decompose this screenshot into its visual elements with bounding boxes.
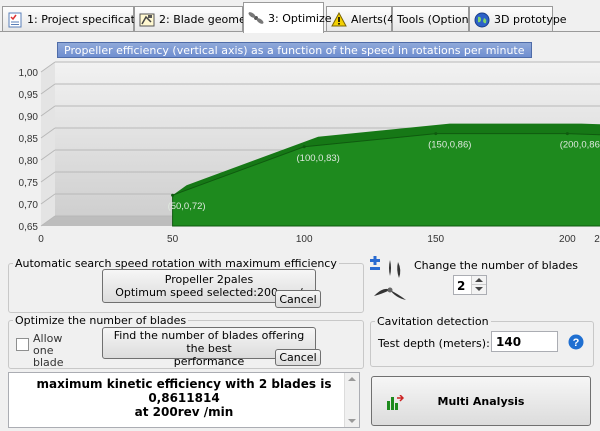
efficiency-chart: 0,65 0,70 0,75 0,80 0,85 0,90 0,95 1,00 (50,0,72…: [3, 36, 600, 252]
y-tick-label: 1,00: [19, 68, 39, 79]
help-icon[interactable]: ?: [568, 334, 584, 350]
auto-search-cancel-button[interactable]: Cancel: [275, 290, 321, 308]
result-line2: at 200rev /min: [134, 405, 234, 419]
tab-bar: 1: Project specifications 2: Blade geome…: [0, 0, 600, 33]
propeller-blades-icon: [370, 256, 406, 300]
data-point-label: (200,0,86): [560, 140, 600, 151]
tab-3d-prototype[interactable]: 3D prototype: [469, 6, 567, 32]
y-tick-label: 0,75: [19, 178, 39, 189]
tab-blade-geometry[interactable]: 2: Blade geometry: [134, 6, 261, 32]
spin-up-button[interactable]: [471, 276, 486, 285]
optimize-cancel-button[interactable]: Cancel: [275, 349, 321, 366]
test-depth-input[interactable]: 140: [491, 331, 558, 352]
checklist-icon: [8, 12, 22, 27]
test-depth-label: Test depth (meters):: [378, 337, 490, 350]
scroll-down-icon[interactable]: [348, 419, 356, 423]
y-tick-label: 0,90: [19, 112, 39, 123]
multi-analysis-button[interactable]: Multi Analysis: [371, 376, 591, 426]
y-tick-label: 0,95: [19, 90, 39, 101]
spin-down-icon: [475, 287, 483, 291]
result-line1: maximum kinetic efficiency with 2 blades…: [36, 377, 332, 405]
data-point: [434, 132, 438, 136]
tab-label: 3D prototype: [494, 13, 567, 26]
spin-up-icon: [475, 278, 483, 282]
cavitation-legend: Cavitation detection: [377, 315, 489, 328]
blade-count-value: 2: [457, 279, 466, 293]
svg-text:?: ?: [573, 337, 580, 349]
x-tick-label: 2: [594, 234, 600, 245]
data-point-label: (100,0,83): [297, 153, 340, 164]
x-tick-label: 200: [559, 234, 576, 245]
x-tick-label: 100: [296, 234, 313, 245]
allow-one-blade-checkbox[interactable]: [16, 338, 29, 351]
allow-one-blade-label: Allow one blade: [33, 332, 64, 369]
chart-canvas: 0,65 0,70 0,75 0,80 0,85 0,90 0,95 1,00 (50,0,72…: [19, 61, 600, 245]
optimize-window: 1: Project specifications 2: Blade geome…: [0, 0, 600, 431]
data-point-label: (50,0,72): [168, 201, 206, 212]
blade-geometry-icon: [139, 13, 155, 26]
change-blades-label: Change the number of blades: [414, 259, 578, 272]
x-tick-label: 150: [427, 234, 444, 245]
x-tick-label: 0: [38, 234, 44, 245]
tab-tools[interactable]: Tools (Optional): [392, 6, 483, 32]
multi-analysis-icon: [387, 395, 404, 410]
globe-icon: [474, 12, 490, 27]
chart-title: Propeller efficiency (vertical axis) as …: [57, 42, 532, 58]
data-point-label: (150,0,86): [428, 140, 471, 151]
y-tick-label: 0,70: [19, 200, 39, 211]
x-tick-label: 50: [167, 234, 179, 245]
chart-side-wall: [41, 62, 55, 226]
spin-down-button[interactable]: [471, 285, 486, 294]
tab-project-specifications[interactable]: 1: Project specifications: [2, 6, 157, 32]
data-point: [302, 145, 306, 149]
optimize-blades-legend: Optimize the number of blades: [15, 314, 187, 327]
tab-alerts[interactable]: Alerts(4): [326, 6, 399, 32]
test-depth-value: 140: [496, 335, 522, 349]
blade-count-spinner[interactable]: 2: [453, 275, 487, 295]
data-point: [565, 132, 569, 136]
y-tick-label: 0,85: [19, 134, 39, 145]
y-tick-label: 0,80: [19, 156, 39, 167]
propeller-icon: [248, 12, 264, 24]
result-output[interactable]: maximum kinetic efficiency with 2 blades…: [8, 372, 360, 428]
multi-analysis-label: Multi Analysis: [437, 394, 525, 408]
tab-optimize[interactable]: 3: Optimize: [243, 2, 332, 33]
warning-icon: [331, 11, 347, 26]
propeller-name-label: Propeller 2pales: [164, 273, 254, 286]
y-tick-label: 0,65: [19, 222, 39, 233]
data-point: [171, 193, 175, 197]
scroll-up-icon[interactable]: [348, 377, 356, 381]
tab-label: 3: Optimize: [268, 11, 332, 25]
result-scrollbar[interactable]: [344, 373, 359, 427]
